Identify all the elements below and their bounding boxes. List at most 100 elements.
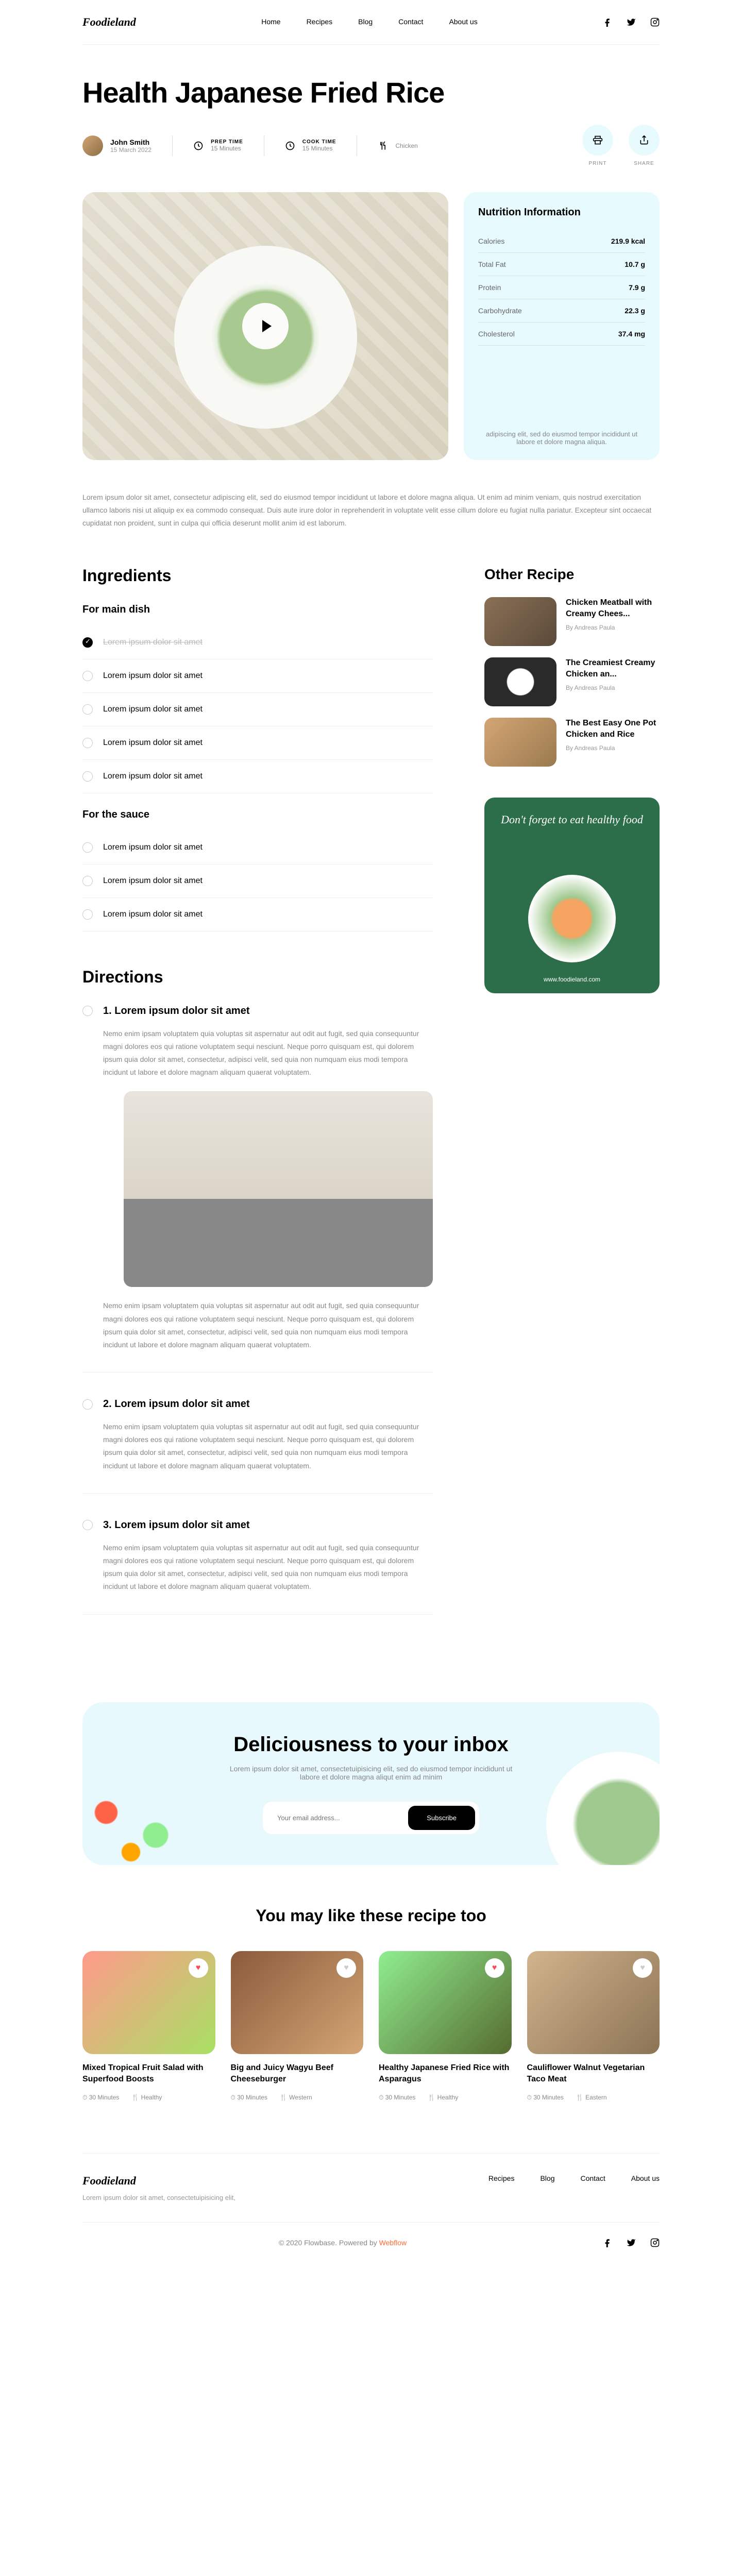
- print-button[interactable]: PRINT: [582, 125, 613, 166]
- sidebar-heading: Other Recipe: [484, 566, 660, 583]
- checkbox-icon[interactable]: [82, 842, 93, 853]
- recipe-card[interactable]: ♥Healthy Japanese Fried Rice with Aspara…: [379, 1951, 512, 2102]
- ingredient-item[interactable]: Lorem ipsum dolor sit amet: [82, 726, 433, 760]
- instagram-icon[interactable]: [650, 18, 660, 27]
- checkbox-icon[interactable]: [82, 671, 93, 681]
- recipe-meta: John Smith 15 March 2022 PREP TIME 15 Mi…: [82, 125, 660, 166]
- clock-icon: ⏱ 30 Minutes: [379, 2094, 415, 2102]
- clock-icon: [285, 141, 295, 151]
- clock-icon: [193, 141, 204, 151]
- fork-knife-icon: 🍴 Western: [280, 2094, 312, 2102]
- facebook-icon[interactable]: [603, 18, 612, 27]
- nav-link[interactable]: About us: [449, 18, 477, 26]
- recipe-card[interactable]: ♥Big and Juicy Wagyu Beef Cheeseburger⏱ …: [231, 1951, 364, 2102]
- publish-date: 15 March 2022: [110, 146, 151, 154]
- checkbox-icon[interactable]: [82, 704, 93, 715]
- nutrition-note: adipiscing elit, sed do eiusmod tempor i…: [478, 410, 645, 446]
- checkbox-icon[interactable]: [82, 771, 93, 782]
- direction-step: 2. Lorem ipsum dolor sit ametNemo enim i…: [82, 1398, 433, 1494]
- ingredient-item[interactable]: Lorem ipsum dolor sit amet: [82, 693, 433, 726]
- ingredients-heading: Ingredients: [82, 566, 433, 585]
- footer-link[interactable]: Recipes: [488, 2174, 515, 2182]
- card-image: ♥: [527, 1951, 660, 2054]
- decor-vegetables: [82, 1767, 222, 1865]
- checkbox-icon[interactable]: [82, 909, 93, 920]
- nav-link[interactable]: Home: [261, 18, 280, 26]
- author-avatar: [82, 135, 103, 156]
- sidebar-recipe[interactable]: The Best Easy One Pot Chicken and RiceBy…: [484, 718, 660, 767]
- instagram-icon[interactable]: [650, 2238, 660, 2247]
- nutrition-row: Carbohydrate22.3 g: [478, 299, 645, 323]
- prep-time: PREP TIME 15 Minutes: [193, 139, 243, 152]
- nav-links: Home Recipes Blog Contact About us: [261, 18, 478, 27]
- ingredient-item[interactable]: Lorem ipsum dolor sit amet: [82, 659, 433, 693]
- nav-link[interactable]: Recipes: [307, 18, 333, 26]
- fork-knife-icon: 🍴 Eastern: [576, 2094, 607, 2102]
- subscribe-section: Deliciousness to your inbox Lorem ipsum …: [82, 1702, 660, 1865]
- printer-icon: [593, 135, 603, 145]
- divider: [172, 135, 173, 156]
- ingredient-item[interactable]: Lorem ipsum dolor sit amet: [82, 626, 433, 659]
- nutrition-row: Cholesterol37.4 mg: [478, 323, 645, 346]
- subscribe-form: Subscribe: [263, 1802, 479, 1834]
- footer-link[interactable]: Contact: [580, 2174, 605, 2182]
- footer-desc: Lorem ipsum dolor sit amet, consectetuip…: [82, 2194, 235, 2201]
- author-name: John Smith: [110, 138, 151, 146]
- ingredient-item[interactable]: Lorem ipsum dolor sit amet: [82, 898, 433, 931]
- sidebar-recipe[interactable]: Chicken Meatball with Creamy Chees...By …: [484, 597, 660, 646]
- recipe-thumb: [484, 597, 556, 646]
- clock-icon: ⏱ 30 Minutes: [527, 2094, 564, 2102]
- step-checkbox[interactable]: [82, 1006, 93, 1016]
- directions-heading: Directions: [82, 968, 433, 987]
- recipe-card[interactable]: ♥Mixed Tropical Fruit Salad with Superfo…: [82, 1951, 215, 2102]
- clock-icon: ⏱ 30 Minutes: [231, 2094, 267, 2102]
- ingredient-item[interactable]: Lorem ipsum dolor sit amet: [82, 760, 433, 793]
- clock-icon: ⏱ 30 Minutes: [82, 2094, 119, 2102]
- logo[interactable]: Foodieland: [82, 15, 136, 29]
- checkbox-icon[interactable]: [82, 738, 93, 748]
- heart-icon[interactable]: ♥: [189, 1958, 208, 1978]
- email-input[interactable]: [267, 1806, 408, 1830]
- category: Chicken: [378, 141, 417, 151]
- direction-step: 1. Lorem ipsum dolor sit ametNemo enim i…: [82, 1005, 433, 1373]
- checkbox-icon[interactable]: [82, 876, 93, 886]
- intro-text: Lorem ipsum dolor sit amet, consectetur …: [82, 491, 660, 530]
- recipe-title: Health Japanese Fried Rice: [82, 76, 660, 109]
- footer-nav: Recipes Blog Contact About us: [488, 2174, 660, 2183]
- footer-link[interactable]: Blog: [540, 2174, 554, 2182]
- fork-knife-icon: [378, 141, 388, 151]
- hero-video[interactable]: [82, 192, 448, 460]
- twitter-icon[interactable]: [627, 2238, 636, 2247]
- facebook-icon[interactable]: [603, 2238, 612, 2247]
- author-block[interactable]: John Smith 15 March 2022: [82, 135, 151, 156]
- heart-icon[interactable]: ♥: [485, 1958, 504, 1978]
- footer-logo[interactable]: Foodieland: [82, 2174, 235, 2188]
- subscribe-text: Lorem ipsum dolor sit amet, consectetuip…: [227, 1765, 515, 1781]
- checkbox-icon[interactable]: [82, 637, 93, 648]
- top-navigation: Foodieland Home Recipes Blog Contact About u…: [82, 0, 660, 45]
- heart-icon[interactable]: ♥: [336, 1958, 356, 1978]
- twitter-icon[interactable]: [627, 18, 636, 27]
- share-button[interactable]: SHARE: [629, 125, 660, 166]
- nutrition-row: Total Fat10.7 g: [478, 253, 645, 276]
- ingredient-group-title: For the sauce: [82, 809, 433, 821]
- recipe-thumb: [484, 718, 556, 767]
- subscribe-button[interactable]: Subscribe: [408, 1806, 475, 1830]
- step-checkbox[interactable]: [82, 1520, 93, 1530]
- footer-link[interactable]: About us: [631, 2174, 660, 2182]
- ingredient-group-title: For main dish: [82, 604, 433, 616]
- ingredient-item[interactable]: Lorem ipsum dolor sit amet: [82, 865, 433, 898]
- sidebar-recipe[interactable]: The Creamiest Creamy Chicken an...By And…: [484, 657, 660, 706]
- play-button[interactable]: [242, 303, 289, 349]
- step-checkbox[interactable]: [82, 1399, 93, 1410]
- nav-link[interactable]: Contact: [398, 18, 423, 26]
- nav-link[interactable]: Blog: [358, 18, 373, 26]
- direction-step: 3. Lorem ipsum dolor sit ametNemo enim i…: [82, 1519, 433, 1615]
- recipe-card[interactable]: ♥Cauliflower Walnut Vegetarian Taco Meat…: [527, 1951, 660, 2102]
- card-image: ♥: [82, 1951, 215, 2054]
- nutrition-panel: Nutrition Information Calories219.9 kcal…: [464, 192, 660, 460]
- ingredient-item[interactable]: Lorem ipsum dolor sit amet: [82, 831, 433, 865]
- heart-icon[interactable]: ♥: [633, 1958, 652, 1978]
- nutrition-heading: Nutrition Information: [478, 207, 645, 218]
- promo-card[interactable]: Don't forget to eat healthy food www.foo…: [484, 798, 660, 993]
